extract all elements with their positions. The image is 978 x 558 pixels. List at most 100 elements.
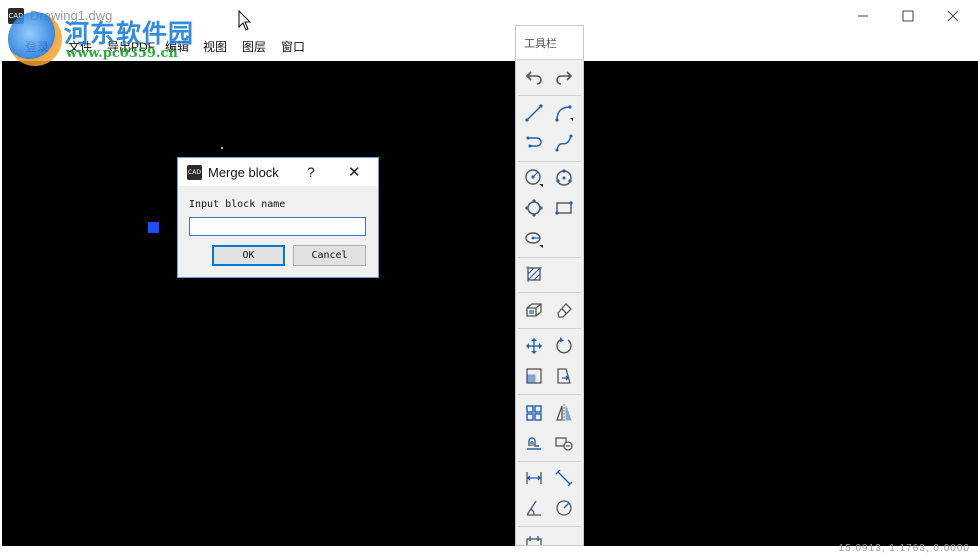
redo-icon xyxy=(556,71,573,85)
menu-view[interactable]: 视图 xyxy=(203,38,227,55)
offset-icon xyxy=(527,437,541,450)
arc-line-icon xyxy=(555,105,573,122)
arc-line-button[interactable] xyxy=(552,101,576,125)
eraser-icon xyxy=(557,303,572,318)
ellipse-icon xyxy=(525,232,543,248)
toolbar-title: 工具栏 xyxy=(524,38,557,50)
close-icon xyxy=(947,10,959,22)
toolbar-separator xyxy=(518,161,581,162)
scale-button[interactable] xyxy=(522,364,546,388)
close-button[interactable] xyxy=(930,0,976,32)
close-icon: ✕ xyxy=(348,163,361,181)
line-icon xyxy=(525,104,543,122)
toolbar-separator xyxy=(518,394,581,395)
maximize-icon xyxy=(902,10,914,22)
undo-icon xyxy=(525,71,542,85)
stretch-button[interactable] xyxy=(552,364,576,388)
move-button[interactable] xyxy=(522,334,546,358)
dim-linear-button[interactable] xyxy=(522,466,546,490)
move-icon xyxy=(526,338,542,354)
dim-radius-icon xyxy=(556,500,572,516)
menu-file[interactable]: 文件 xyxy=(68,38,92,55)
minimize-icon xyxy=(858,15,868,17)
array-icon xyxy=(526,405,542,421)
dialog-title: Merge block xyxy=(208,165,279,180)
maximize-button[interactable] xyxy=(885,0,931,32)
menu-export-pdf[interactable]: 导出PDF xyxy=(107,38,155,55)
menu-edit[interactable]: 编辑 xyxy=(165,38,189,55)
toolbar-separator xyxy=(518,461,581,462)
toolbar-separator xyxy=(518,526,581,527)
block-button[interactable] xyxy=(522,298,546,322)
mirror-icon xyxy=(556,404,572,422)
line-button[interactable] xyxy=(522,101,546,125)
hatch-icon xyxy=(526,266,542,282)
eraser-button[interactable] xyxy=(552,298,576,322)
scale-icon xyxy=(526,368,542,384)
block-name-label: Input block name xyxy=(189,199,286,210)
toolbar-separator xyxy=(518,95,581,96)
undo-button[interactable] xyxy=(522,65,546,89)
polyline-button[interactable] xyxy=(522,131,546,155)
coordinate-readout: 15.0913, 1.1763, 0.0000 xyxy=(838,543,970,554)
dialog-app-icon: CAD xyxy=(187,165,202,180)
mirror-button[interactable] xyxy=(552,401,576,425)
redo-button[interactable] xyxy=(552,65,576,89)
ok-button[interactable]: OK xyxy=(212,245,285,266)
spline-icon xyxy=(555,134,573,152)
app-window: CAD Drawing1.dwg 登录 文件 导出PDF 编辑 视图 图层 窗口… xyxy=(0,0,978,558)
block-name-input[interactable] xyxy=(189,217,366,236)
ellipse-button[interactable] xyxy=(522,227,546,251)
toolbar-title-bar[interactable]: 工具栏 xyxy=(516,26,583,60)
mouse-cursor-icon xyxy=(238,10,252,31)
circle-tangent-button[interactable] xyxy=(522,196,546,220)
block-icon xyxy=(526,303,542,317)
menu-window[interactable]: 窗口 xyxy=(281,38,305,55)
more-tools-icon xyxy=(526,536,542,545)
toolbar-panel: 工具栏 xyxy=(515,25,584,546)
circle-3pt-icon xyxy=(556,169,572,186)
drawing-canvas[interactable] xyxy=(2,61,978,546)
menu-bar: 登录 文件 导出PDF 编辑 视图 图层 窗口 xyxy=(0,32,978,61)
circle-tangent-icon xyxy=(525,199,543,217)
circle-3pt-button[interactable] xyxy=(552,166,576,190)
dim-aligned-button[interactable] xyxy=(552,466,576,490)
array-button[interactable] xyxy=(522,401,546,425)
dim-angle-icon xyxy=(526,500,541,516)
help-button[interactable]: ? xyxy=(307,164,315,180)
insert-block-button[interactable] xyxy=(552,431,576,455)
toolbar-separator xyxy=(518,257,581,258)
menu-layer[interactable]: 图层 xyxy=(242,38,266,55)
window-title: Drawing1.dwg xyxy=(30,8,113,23)
dim-aligned-icon xyxy=(555,469,573,487)
circle-icon xyxy=(525,169,543,187)
circle-button[interactable] xyxy=(522,166,546,190)
menu-login[interactable]: 登录 xyxy=(25,38,49,55)
canvas-point xyxy=(221,147,223,149)
rotate-icon xyxy=(556,337,572,354)
toolbar-separator xyxy=(518,292,581,293)
rectangle-button[interactable] xyxy=(552,196,576,220)
offset-button[interactable] xyxy=(522,431,546,455)
dim-angle-button[interactable] xyxy=(522,496,546,520)
hatch-button[interactable] xyxy=(522,262,546,286)
cancel-button[interactable]: Cancel xyxy=(293,245,366,266)
dim-radius-button[interactable] xyxy=(552,496,576,520)
app-logo-icon: CAD xyxy=(8,8,24,24)
rectangle-icon xyxy=(555,201,573,215)
minimize-button[interactable] xyxy=(840,0,886,32)
more-tools-button[interactable] xyxy=(522,531,546,545)
dim-linear-icon xyxy=(526,472,542,484)
stretch-icon xyxy=(557,368,571,384)
merge-block-dialog: CAD Merge block ? ✕ Input block name OK … xyxy=(177,157,379,278)
selection-grip[interactable] xyxy=(148,222,159,233)
toolbar-separator xyxy=(518,328,581,329)
dialog-title-bar[interactable]: CAD Merge block ? ✕ xyxy=(178,158,378,186)
status-bar xyxy=(0,546,978,558)
spline-button[interactable] xyxy=(552,131,576,155)
polyline-icon xyxy=(526,136,542,148)
title-bar: CAD Drawing1.dwg xyxy=(0,0,978,32)
insert-block-icon xyxy=(555,437,573,451)
rotate-button[interactable] xyxy=(552,334,576,358)
dialog-close-button[interactable]: ✕ xyxy=(348,163,361,181)
